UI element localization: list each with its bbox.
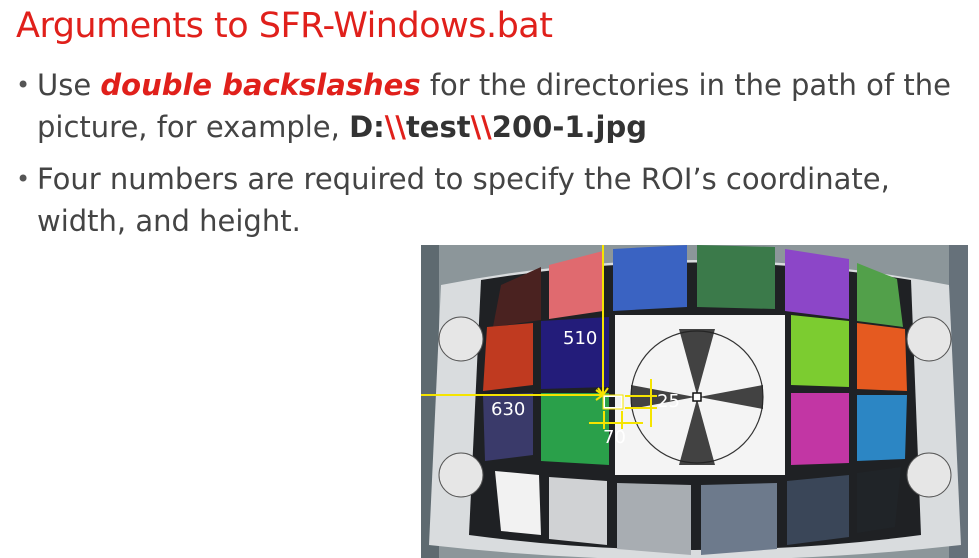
bullet-dot: • (16, 165, 31, 193)
example-path-drive: D: (349, 110, 385, 144)
color-patch (613, 245, 687, 311)
grey-patch (495, 471, 541, 535)
side-target (438, 452, 484, 498)
label-width-70: 70 (603, 427, 626, 448)
color-patch (857, 323, 907, 391)
bullet-text-roi: Four numbers are required to specify the… (37, 162, 890, 238)
grey-patch (549, 477, 607, 545)
color-patch (785, 249, 849, 319)
bullet-item-roi: • Four numbers are required to specify t… (16, 158, 966, 242)
label-y-510: 510 (563, 328, 597, 349)
color-patch (483, 323, 533, 391)
test-chart-photo: 510 630 70 25 (421, 245, 968, 558)
bullet-dot: • (16, 71, 31, 99)
color-patch (857, 395, 907, 461)
bullet-list: • Use double backslashes for the directo… (16, 64, 966, 252)
label-height-25: 25 (657, 391, 680, 412)
side-target (906, 316, 952, 362)
test-chart-illustration: 510 630 70 25 (421, 245, 968, 558)
color-patch (791, 315, 849, 387)
example-path-file: 200-1.jpg (491, 110, 648, 144)
label-x-630: 630 (491, 399, 525, 420)
slide-title: Arguments to SFR-Windows.bat (16, 6, 553, 46)
example-path-slash-2: \\ (470, 110, 492, 144)
color-patch (541, 393, 609, 465)
example-path-folder: test (405, 110, 471, 144)
side-target (438, 316, 484, 362)
side-target (906, 452, 952, 498)
example-path: D:\\test\\200-1.jpg (349, 110, 647, 144)
example-path-slash-1: \\ (384, 110, 406, 144)
bullet-item-path: • Use double backslashes for the directo… (16, 64, 966, 148)
grey-patch (787, 475, 849, 545)
bullet-text-pre: Use (37, 68, 101, 102)
grey-patch (857, 467, 901, 533)
bullet-emphasis: double backslashes (100, 68, 421, 102)
color-patch (791, 393, 849, 465)
target-center (692, 392, 702, 402)
grey-patch (617, 483, 691, 555)
grey-patch (701, 483, 777, 555)
color-patch (697, 245, 775, 309)
